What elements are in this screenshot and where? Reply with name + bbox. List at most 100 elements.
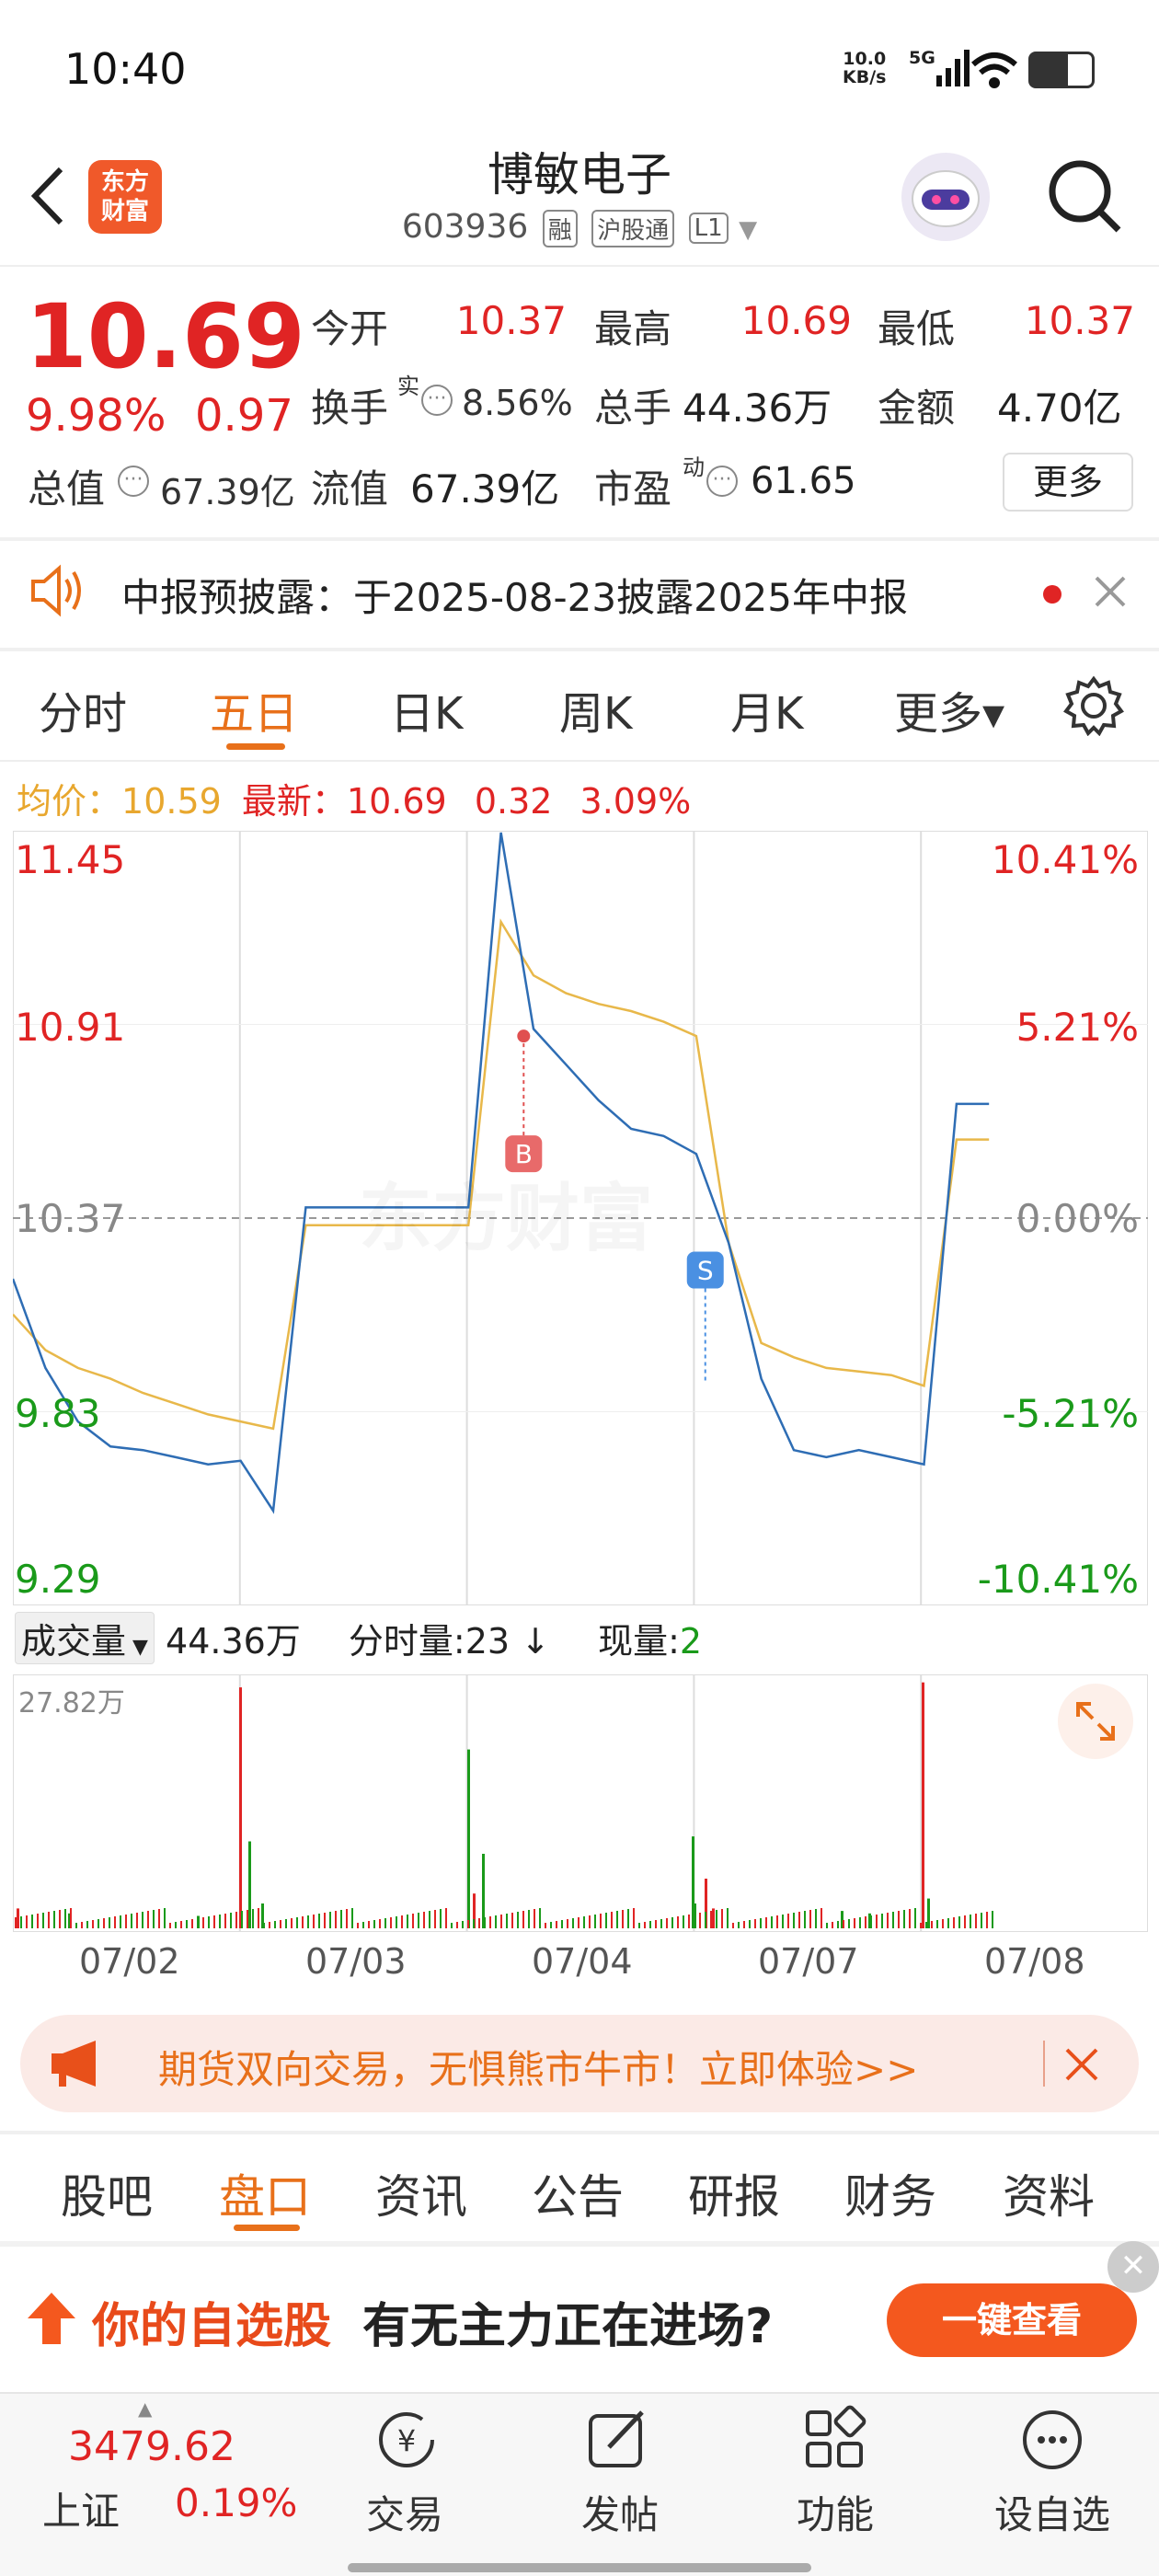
tab-more[interactable]: 更多▾ — [894, 677, 1004, 742]
volume-bar — [815, 1909, 817, 1928]
post-edit-icon[interactable] — [581, 2403, 655, 2477]
turnover-sup: 实 — [397, 374, 419, 399]
tick-volume: 23 — [465, 1621, 511, 1662]
volume-bar — [986, 1912, 988, 1928]
divider — [0, 2131, 1159, 2134]
y-tick-left: 10.91 — [15, 1005, 126, 1050]
tab-profile[interactable]: 资料 — [1003, 2160, 1095, 2226]
status-time: 10:40 — [64, 44, 187, 94]
volume-bar — [329, 1912, 331, 1928]
x-tick: 07/04 — [532, 1941, 633, 1982]
volume-chart-canvas — [12, 1673, 1149, 1933]
tab-orderbook[interactable]: 盘口 — [219, 2160, 311, 2226]
info-icon[interactable]: ··· — [706, 466, 738, 497]
volume-bar — [484, 1917, 486, 1928]
functions-grid-icon[interactable] — [798, 2403, 872, 2477]
volume-bar — [594, 1915, 596, 1928]
dropdown-icon: ▼ — [739, 216, 758, 244]
notice-text[interactable]: 中报预披露：于2025-08-23披露2025年中报 — [121, 567, 908, 623]
view-now-button[interactable]: 一键查看 — [887, 2283, 1137, 2357]
info-icon[interactable]: ··· — [118, 466, 149, 497]
high-label: 最高 — [594, 306, 672, 351]
volume-bar — [925, 1922, 927, 1928]
more-button[interactable]: 更多 — [1003, 453, 1133, 512]
nav-trade[interactable]: 交易 — [340, 2484, 469, 2540]
volume-bar — [589, 1915, 591, 1928]
volume-chart[interactable] — [12, 1673, 1149, 1933]
volume-bar — [727, 1908, 729, 1928]
back-icon[interactable] — [26, 164, 72, 228]
nav-post[interactable]: 发帖 — [556, 2484, 684, 2540]
tab-news[interactable]: 资讯 — [375, 2160, 467, 2226]
volume-bar — [671, 1917, 673, 1928]
home-indicator — [348, 2563, 811, 2572]
volume-bar — [638, 1923, 640, 1928]
volume-bar — [362, 1922, 364, 1928]
volume-bar — [567, 1919, 568, 1928]
tab-finance[interactable]: 财务 — [844, 2160, 936, 2226]
promo-close-icon[interactable]: ✕ — [1107, 2241, 1159, 2293]
tab-research[interactable]: 研报 — [688, 2160, 780, 2226]
volume-bar — [131, 1914, 132, 1928]
volume-bar — [732, 1923, 734, 1928]
stock-name: 博敏电子 — [488, 148, 671, 201]
tab-five-day[interactable]: 五日 — [210, 677, 298, 742]
volume-bar — [401, 1915, 403, 1928]
volume-bar — [396, 1916, 397, 1928]
volume-bar — [53, 1911, 55, 1928]
close-icon[interactable] — [1063, 2046, 1100, 2083]
y-tick-left: 9.29 — [15, 1557, 101, 1602]
volume-bar — [760, 1918, 762, 1928]
volume-bar — [169, 1923, 171, 1928]
tab-monthly-k[interactable]: 月K — [730, 677, 803, 742]
volume-bar — [898, 1911, 900, 1928]
volume-bar — [302, 1916, 304, 1928]
promo-text: 有无主力正在进场? — [362, 2299, 774, 2354]
trade-icon[interactable]: ¥ — [368, 2403, 442, 2477]
search-icon[interactable] — [1045, 156, 1124, 236]
change-amount: 0.97 — [195, 390, 293, 442]
volume-bar — [683, 1915, 684, 1928]
volume-bar — [489, 1916, 491, 1928]
volume-bar — [59, 1910, 61, 1928]
nav-functions[interactable]: 功能 — [771, 2484, 900, 2540]
volume-bar — [412, 1914, 414, 1928]
volume-selector[interactable]: 成交量 ▼ — [15, 1612, 155, 1664]
open-value: 10.37 — [455, 298, 567, 343]
volume-bar — [931, 1921, 933, 1928]
ad-text[interactable]: 期货双向交易，无惧熊市牛市！立即体验>> — [158, 2039, 918, 2095]
assistant-avatar-icon[interactable] — [901, 153, 990, 241]
tab-weekly-k[interactable]: 周K — [559, 677, 632, 742]
turnover-label: 换手 — [311, 385, 389, 431]
latest-percent: 3.09% — [580, 781, 692, 822]
tab-forum[interactable]: 股吧 — [61, 2160, 153, 2226]
close-icon[interactable] — [1093, 574, 1128, 609]
latest-value: 10.69 — [346, 781, 447, 822]
y-tick-left: 9.83 — [15, 1391, 101, 1436]
index-value[interactable]: 3479.62 — [68, 2423, 235, 2470]
volume-bar — [351, 1908, 353, 1928]
volume-bar — [953, 1917, 955, 1928]
mcap-value: 67.39亿 — [160, 472, 295, 512]
tab-daily-k[interactable]: 日K — [390, 677, 463, 742]
signal-indicator: 5G — [909, 48, 935, 68]
volume-bar — [655, 1920, 657, 1928]
expand-icon[interactable] — [1058, 1684, 1133, 1759]
volume-bar — [922, 1682, 924, 1928]
y-tick-left: 11.45 — [15, 837, 126, 882]
stock-code-row[interactable]: 603936 融 沪股通 L1 ▼ — [350, 208, 809, 247]
tab-intraday[interactable]: 分时 — [39, 677, 127, 742]
volume-bar — [854, 1918, 855, 1928]
volume-bar — [280, 1920, 281, 1928]
settings-gear-icon[interactable] — [1063, 675, 1124, 736]
volume-bar — [423, 1912, 425, 1928]
volume-bar — [914, 1908, 916, 1928]
turnover-value: 8.56% — [462, 383, 573, 423]
volume-bar — [81, 1922, 83, 1928]
tab-announcements[interactable]: 公告 — [532, 2160, 624, 2226]
nav-add-watchlist[interactable]: 设自选 — [988, 2484, 1117, 2540]
info-icon[interactable]: ··· — [421, 385, 453, 416]
add-watchlist-icon[interactable] — [1016, 2403, 1089, 2477]
volume-bar — [622, 1910, 624, 1928]
volume-bar — [534, 1909, 535, 1928]
